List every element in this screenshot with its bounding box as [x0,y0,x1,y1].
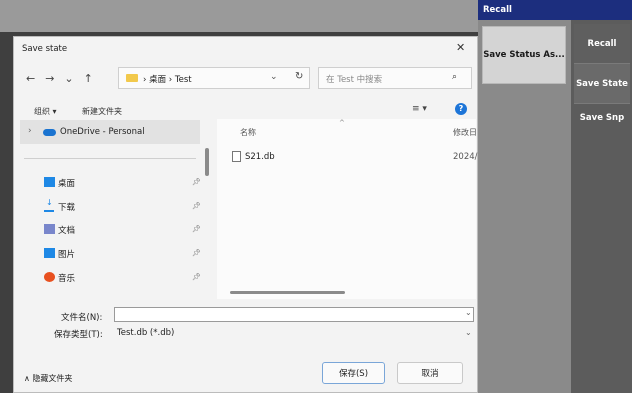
cloud-icon [43,129,56,136]
filename-input[interactable] [114,307,474,322]
address-path[interactable]: › 桌面 › Test [143,73,192,85]
recall-button[interactable]: Recall [574,24,630,64]
music-icon [44,272,55,282]
file-list [217,119,476,299]
filetype-select[interactable]: Test.db (*.db) [117,328,174,338]
view-icon[interactable]: ≡ ▾ [412,104,427,114]
divider [24,158,196,159]
column-header-name[interactable]: 名称 [240,127,256,138]
chevron-right-icon[interactable]: › [28,126,32,136]
save-button[interactable]: 保存(S) [322,362,385,384]
app-top-bar [0,0,478,32]
hide-folders-toggle[interactable]: ∧ 隐藏文件夹 [24,373,72,384]
save-state-button[interactable]: Save State [574,64,630,104]
cancel-button[interactable]: 取消 [397,362,463,384]
chevron-down-icon[interactable]: ⌄ [270,72,278,82]
column-header-modified[interactable]: 修改日 [453,127,477,138]
close-icon[interactable]: ✕ [456,41,465,54]
document-icon [44,224,55,234]
nav-item-label: OneDrive - Personal [60,127,145,137]
nav-scrollbar[interactable] [205,148,209,176]
refresh-icon[interactable]: ↻ [295,71,303,82]
folder-icon [126,74,138,82]
desktop-icon [44,177,55,187]
pictures-icon [44,248,55,258]
organize-menu[interactable]: 组织 ▾ [34,106,57,117]
nav-item-music[interactable]: 音乐 [58,272,75,284]
nav-item-desktop[interactable]: 桌面 [58,177,75,189]
horizontal-scrollbar[interactable] [230,291,345,294]
dialog-title: Save state [22,44,68,54]
file-date: 2024/ [453,152,478,162]
new-folder-button[interactable]: 新建文件夹 [82,106,122,117]
chevron-down-icon[interactable]: ⌄ [465,308,472,317]
save-status-as-button[interactable]: Save Status As... [482,26,566,84]
search-placeholder: 在 Test 中搜索 [326,75,383,85]
search-icon[interactable]: ⌕ [452,72,457,82]
menu-title: Recall [478,0,632,20]
download-icon: ↓ [44,198,54,212]
sort-caret-icon: ^ [339,119,345,127]
file-icon [232,151,241,162]
save-snp-button[interactable]: Save Snp [574,104,630,132]
pin-icon: 📌︎ [192,273,201,281]
pin-icon: 📌︎ [192,249,201,257]
pin-icon: 📌︎ [192,202,201,210]
nav-item-documents[interactable]: 文档 [58,224,75,236]
file-name[interactable]: S21.db [245,152,275,162]
pin-icon: 📌︎ [192,178,201,186]
help-icon[interactable]: ? [455,103,467,115]
chevron-down-icon[interactable]: ⌄ [465,328,472,337]
navigation-arrows[interactable]: ←→⌄↑ [26,72,103,85]
filetype-label: 保存类型(T): [54,330,103,340]
filename-label: 文件名(N): [61,313,103,323]
nav-item-pictures[interactable]: 图片 [58,248,75,260]
nav-item-downloads[interactable]: 下载 [58,201,75,213]
pin-icon: 📌︎ [192,225,201,233]
